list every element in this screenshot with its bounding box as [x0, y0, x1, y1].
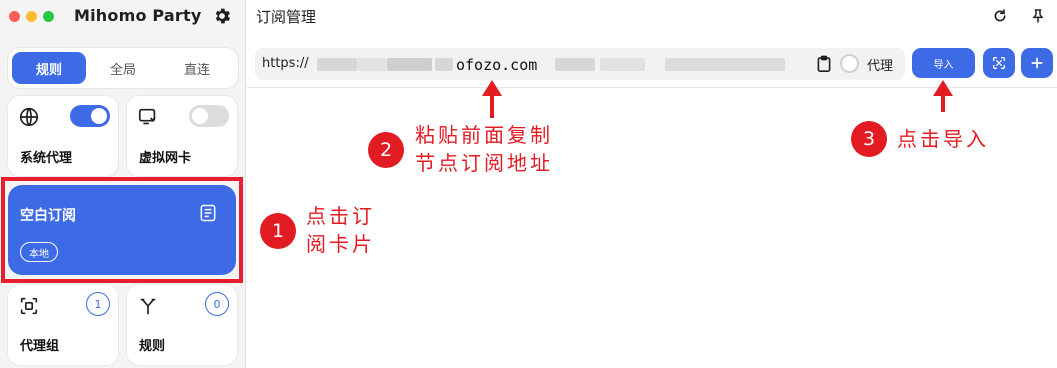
step-3-marker: 3	[851, 121, 887, 157]
annotation-arrows	[482, 80, 953, 118]
arrow-head	[482, 80, 502, 96]
step-2-text: 粘贴前面复制 节点订阅地址	[415, 123, 553, 175]
step-3-text: 点击导入	[897, 127, 989, 151]
step-1-text: 点击订 阅卡片	[306, 204, 375, 256]
step-2-marker: 2	[368, 132, 404, 168]
step-1-marker: 1	[260, 213, 296, 249]
arrow-head	[933, 80, 953, 96]
